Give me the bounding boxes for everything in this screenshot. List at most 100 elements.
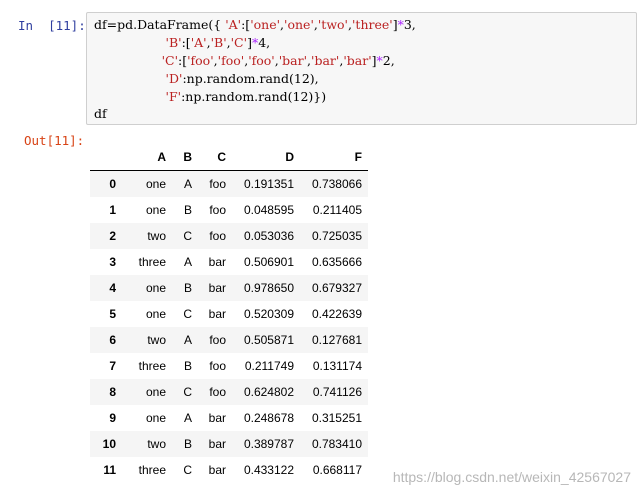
cell-a: three xyxy=(138,463,166,477)
cell-b: C xyxy=(183,385,192,399)
code-token: 'F' xyxy=(165,89,182,104)
table-row: 11 three Cbar 0.433122 0.668117 xyxy=(90,457,368,483)
cell-f: 0.211405 xyxy=(312,203,362,217)
cell-b: A xyxy=(183,333,192,347)
cell-a: two xyxy=(147,333,166,347)
cell-b: B xyxy=(183,437,192,451)
code-line: df=pd.DataFrame({ 'A':['one','one','two'… xyxy=(94,17,416,32)
cell-c: foo xyxy=(209,333,226,347)
code-token: :[ xyxy=(181,35,191,50)
code-token: 'bar' xyxy=(278,53,308,68)
code-token: df=pd.DataFrame({ xyxy=(94,17,226,32)
cell-a: one xyxy=(145,203,166,217)
cell-f: 0.783410 xyxy=(311,437,362,451)
table-row: 3 three Abar 0.506901 0.635666 xyxy=(90,249,368,275)
cell-d: 0.520309 xyxy=(243,307,294,321)
cell-f: 0.127681 xyxy=(311,333,362,347)
table-row: 8 one Cfoo 0.624802 0.741126 xyxy=(90,379,368,405)
code-token: :[ xyxy=(241,17,251,32)
row-index: 11 xyxy=(103,463,116,477)
header-row: A B C D F xyxy=(90,143,368,171)
input-prompt: In [11]: xyxy=(18,18,86,33)
code-token: 'C' xyxy=(230,35,248,50)
cell-a: one xyxy=(145,177,166,191)
cell-d: 0.978650 xyxy=(243,281,294,295)
row-index: 4 xyxy=(109,281,116,295)
row-index: 8 xyxy=(109,385,116,399)
row-index: 9 xyxy=(109,411,116,425)
cell-b: B xyxy=(183,281,192,295)
cell-f: 0.741126 xyxy=(312,385,362,399)
cell-a: one xyxy=(145,281,166,295)
cell-f: 0.422639 xyxy=(311,307,362,321)
cell-a: one xyxy=(145,385,166,399)
cell-d: 0.248678 xyxy=(243,411,294,425)
code-token: 'B' xyxy=(165,35,182,50)
cell-a: one xyxy=(145,307,166,321)
code-token: 'foo' xyxy=(248,53,275,68)
table-row: 2 two Cfoo 0.053036 0.725035 xyxy=(90,223,368,249)
cell-c: foo xyxy=(209,229,226,243)
code-token: 'D' xyxy=(165,71,183,86)
row-index: 10 xyxy=(102,437,116,451)
code-token: 'bar' xyxy=(311,53,340,68)
cell-c: bar xyxy=(208,437,226,451)
cell-a: three xyxy=(138,359,166,373)
code-token: df xyxy=(94,106,107,121)
cell-d: 0.211749 xyxy=(244,359,294,373)
cell-b: B xyxy=(183,359,192,373)
table-row: 7 three Bfoo 0.211749 0.131174 xyxy=(90,353,368,379)
code-token: 2, xyxy=(382,53,395,68)
table-row: 5 one Cbar 0.520309 0.422639 xyxy=(90,301,368,327)
cell-c: foo xyxy=(209,359,226,373)
cell-b: C xyxy=(183,463,192,477)
cell-f: 0.738066 xyxy=(311,177,362,191)
code-token: 'foo' xyxy=(187,53,214,68)
cell-c: bar xyxy=(208,463,226,477)
cell-c: bar xyxy=(208,281,226,295)
column-header-b: B xyxy=(172,143,198,171)
code-token: 'two' xyxy=(317,17,348,32)
code-token: :[ xyxy=(178,53,188,68)
cell-d: 0.053036 xyxy=(243,229,294,243)
dataframe-table: A B C D F 0 one Afoo 0.191351 0.738066 1 one Bf… xyxy=(90,143,368,483)
cell-f: 0.131174 xyxy=(312,359,362,373)
cell-d: 0.048595 xyxy=(243,203,294,217)
cell-a: three xyxy=(138,255,166,269)
cell-f: 0.679327 xyxy=(311,281,362,295)
code-line: 'D':np.random.rand(12), xyxy=(94,71,319,86)
cell-d: 0.433122 xyxy=(243,463,294,477)
code-token: :np.random.rand(12), xyxy=(182,71,319,86)
table-row: 0 one Afoo 0.191351 0.738066 xyxy=(90,170,368,197)
cell-c: bar xyxy=(208,255,226,269)
cell-f: 0.668117 xyxy=(312,463,362,477)
code-token: 'one' xyxy=(250,17,281,32)
code-token: 4, xyxy=(258,35,271,50)
row-index: 7 xyxy=(109,359,116,373)
cell-a: two xyxy=(147,229,166,243)
table-header: A B C D F xyxy=(90,143,368,171)
cell-c: foo xyxy=(209,203,226,217)
code-line: 'F':np.random.rand(12)}) xyxy=(94,89,327,104)
row-index: 3 xyxy=(109,255,116,269)
code-token: 'B' xyxy=(210,35,227,50)
cell-b: C xyxy=(183,307,192,321)
code-token: 'one' xyxy=(284,17,314,32)
cell-d: 0.505871 xyxy=(243,333,294,347)
row-index: 5 xyxy=(109,307,116,321)
table-row: 1 one Bfoo 0.048595 0.211405 xyxy=(90,197,368,223)
code-token: 3, xyxy=(403,17,416,32)
cell-b: A xyxy=(183,255,192,269)
code-token: 'C' xyxy=(161,53,178,68)
cell-c: bar xyxy=(208,307,226,321)
code-input-cell[interactable]: df=pd.DataFrame({ 'A':['one','one','two'… xyxy=(86,12,637,125)
row-index: 6 xyxy=(109,333,116,347)
cell-c: foo xyxy=(209,385,226,399)
cell-d: 0.506901 xyxy=(243,255,294,269)
table-row: 6 two Afoo 0.505871 0.127681 xyxy=(90,327,368,353)
table-row: 9 one Abar 0.248678 0.315251 xyxy=(90,405,368,431)
